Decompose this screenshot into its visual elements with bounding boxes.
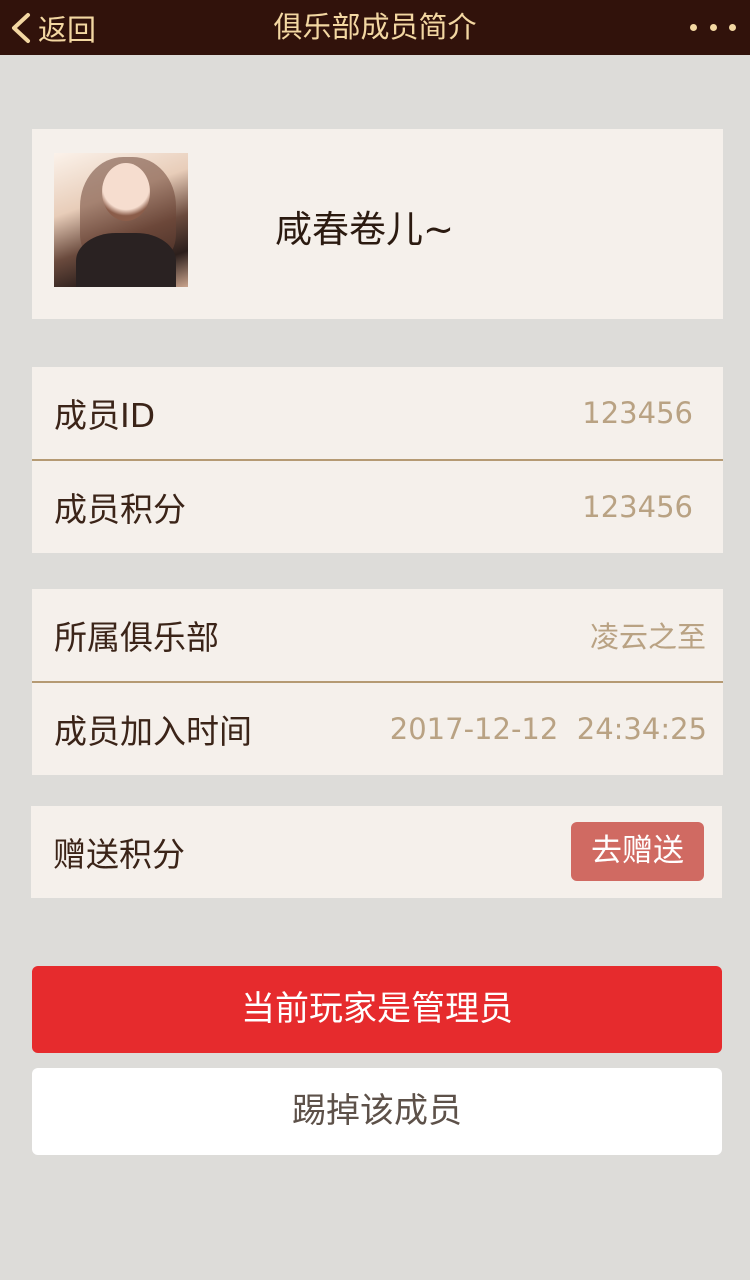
- join-time-value: 2017-12-12 24:34:25: [389, 712, 707, 746]
- dot: [690, 24, 697, 31]
- profile-card: 咸春卷儿~: [32, 129, 723, 319]
- dot: [709, 24, 717, 31]
- club-label: 所属俱乐部: [54, 618, 219, 657]
- member-points-value: 123456: [582, 490, 693, 524]
- member-id-label: 成员ID: [54, 396, 156, 435]
- join-time-label: 成员加入时间: [54, 712, 252, 751]
- club-info-section: 所属俱乐部 凌云之至 成员加入时间 2017-12-12 24:34:25: [32, 589, 723, 775]
- member-info-section: 成员ID 123456 成员积分 123456: [32, 367, 723, 553]
- page-title: 俱乐部成员简介: [273, 10, 477, 44]
- top-nav-bar: 返回 俱乐部成员简介: [0, 0, 750, 55]
- join-time-row: 成员加入时间 2017-12-12 24:34:25: [32, 683, 723, 775]
- member-points-label: 成员积分: [54, 490, 186, 529]
- member-id-value: 123456: [582, 396, 693, 430]
- avatar-body-shape: [76, 233, 176, 287]
- admin-status-button[interactable]: 当前玩家是管理员: [32, 966, 722, 1053]
- more-dots-icon[interactable]: [690, 0, 736, 55]
- member-nickname: 咸春卷儿~: [275, 208, 455, 251]
- kick-member-button[interactable]: 踢掉该成员: [32, 1068, 722, 1155]
- club-value: 凌云之至: [589, 620, 706, 654]
- member-points-row: 成员积分 123456: [32, 461, 723, 553]
- gift-points-label: 赠送积分: [53, 835, 185, 874]
- member-id-row: 成员ID 123456: [32, 367, 723, 459]
- avatar-head-shape: [102, 163, 150, 221]
- dot: [729, 24, 736, 31]
- avatar[interactable]: [54, 153, 188, 287]
- club-row: 所属俱乐部 凌云之至: [32, 589, 723, 681]
- gift-points-section: 赠送积分 去赠送: [31, 806, 722, 898]
- gift-button[interactable]: 去赠送: [571, 822, 704, 881]
